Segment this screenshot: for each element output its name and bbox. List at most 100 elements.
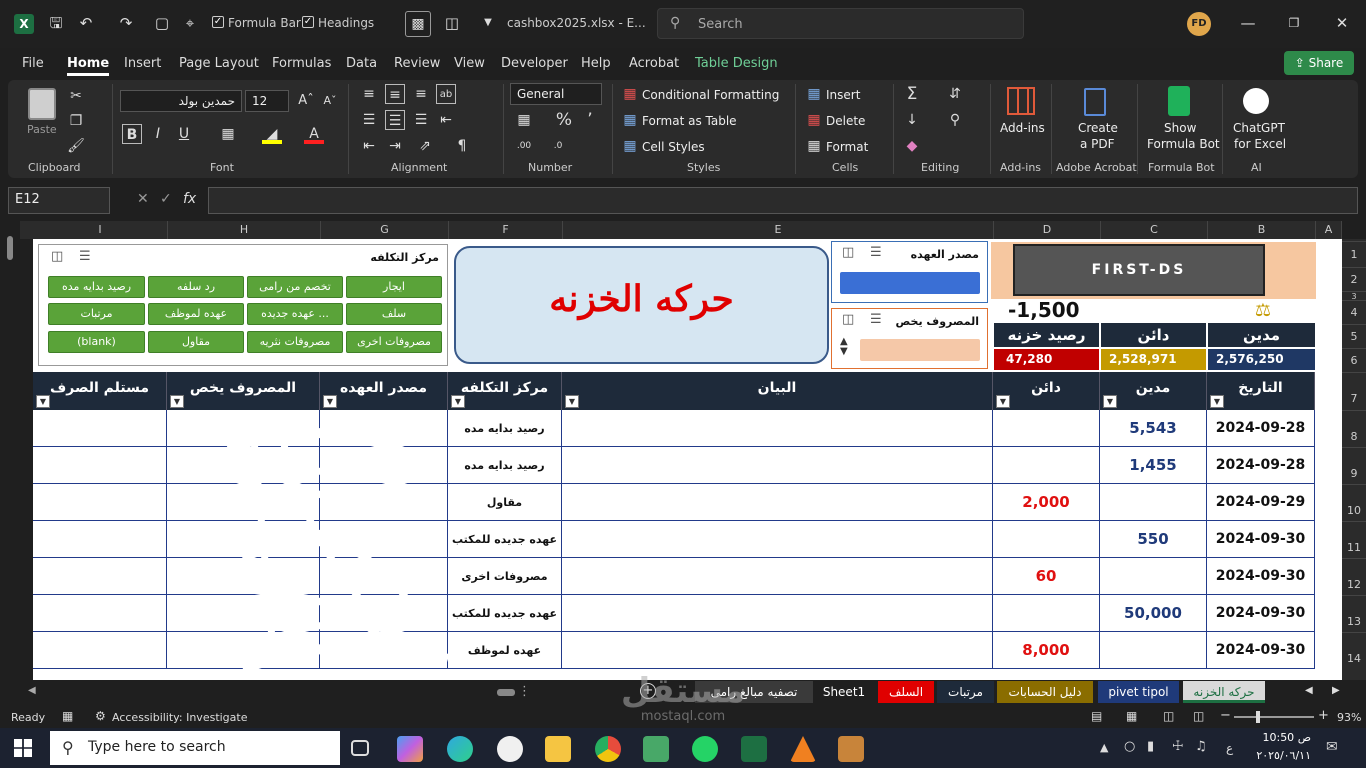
row-header[interactable]: 11 [1342, 521, 1366, 558]
sheet-tab-active[interactable]: حركه الخزنه [1183, 681, 1265, 703]
show-formula-bot-line1[interactable]: Show [1164, 121, 1196, 135]
zoom-slider[interactable] [1234, 711, 1314, 723]
chrome-icon[interactable] [595, 736, 621, 762]
align-bottom-icon[interactable]: ≡ [411, 84, 431, 104]
slicer-item[interactable]: سلف [346, 303, 442, 325]
display-settings-icon[interactable]: ▤ [1091, 709, 1102, 723]
fill-icon[interactable]: ↓ [902, 110, 922, 130]
slicer-item[interactable] [840, 272, 980, 294]
sort-filter-icon[interactable]: ⇵ [945, 84, 965, 104]
customize-qat-icon[interactable]: ▼ [479, 14, 497, 32]
row-header[interactable]: 4 [1342, 300, 1366, 324]
column-header-g[interactable]: G [321, 221, 449, 239]
cell-dain[interactable]: 2,000 [993, 484, 1100, 521]
close-icon[interactable]: ✕ [1333, 14, 1351, 32]
page-break-view-icon[interactable]: ◫ [1193, 709, 1204, 723]
menu-table-design[interactable]: Table Design [695, 56, 778, 71]
next-sheet-icon[interactable]: ▶ [1332, 685, 1340, 696]
decrease-decimal-icon[interactable]: .0 [548, 136, 568, 156]
accessibility-icon[interactable]: ⚙ [95, 709, 106, 723]
share-button[interactable]: ⇪ Share [1284, 51, 1354, 75]
cell-styles-icon[interactable]: ▦ [620, 136, 640, 156]
cell-statement[interactable] [562, 632, 993, 669]
copilot-icon[interactable] [397, 736, 423, 762]
slicer-item[interactable]: مصروفات نثريه [247, 331, 343, 353]
notifications-icon[interactable]: ✉ [1326, 739, 1338, 755]
slicer-item[interactable] [860, 339, 980, 361]
filter-dropdown-icon[interactable]: ▼ [170, 395, 184, 408]
cancel-icon[interactable]: ✕ [137, 191, 149, 207]
scroll-thumb[interactable] [7, 236, 13, 260]
cell-date[interactable]: 2024-09-30 [1207, 521, 1315, 558]
name-box[interactable]: E12 [8, 187, 110, 214]
macro-record-icon[interactable]: ▦ [62, 709, 73, 723]
cell-dain[interactable] [993, 521, 1100, 558]
formula-bar-checkbox[interactable]: ✓ [212, 16, 224, 28]
add-sheet-icon[interactable]: + [640, 683, 656, 699]
cell-date[interactable]: 2024-09-28 [1207, 410, 1315, 447]
app-icon-2[interactable] [838, 736, 864, 762]
prev-sheet-icon[interactable]: ◀ [1305, 685, 1313, 696]
row-header[interactable]: 1 [1342, 241, 1366, 267]
worksheet[interactable]: مركز التكلفه ☰ ◫ ايجار تخصم من رامى رد س… [33, 239, 1342, 680]
clock-date[interactable]: ٢٠٢٥/٠٦/١١ [1243, 749, 1311, 762]
scroll-arrows-icon[interactable]: ▲ ▼ [840, 337, 848, 357]
row-header[interactable]: 6 [1342, 348, 1366, 372]
cut-icon[interactable]: ✂ [66, 86, 86, 106]
font-color-icon[interactable]: A [304, 124, 324, 144]
excel-taskbar-icon[interactable] [741, 736, 767, 762]
insert-function-icon[interactable]: fx [183, 191, 196, 207]
cell-styles-button[interactable]: Cell Styles [642, 140, 705, 154]
clear-filter-icon[interactable]: ◫ [842, 245, 854, 260]
cell-receiver[interactable] [33, 484, 167, 521]
cell-cost-center[interactable]: رصيد بدايه مده [448, 410, 562, 447]
headings-checkbox[interactable]: ✓ [302, 16, 314, 28]
slicer-item[interactable]: رصيد بدايه مده [48, 276, 145, 298]
column-header-b[interactable]: B [1208, 221, 1316, 239]
font-name-select[interactable]: حمدين بولد [120, 90, 242, 112]
row-header[interactable]: 8 [1342, 410, 1366, 447]
menu-data[interactable]: Data [346, 56, 377, 71]
cell-cost-center[interactable]: مقاول [448, 484, 562, 521]
column-header-a[interactable]: A [1316, 221, 1342, 239]
filter-dropdown-icon[interactable]: ▼ [323, 395, 337, 408]
accounting-icon[interactable]: ▦ [514, 110, 534, 130]
row-header[interactable]: 9 [1342, 447, 1366, 484]
restore-icon[interactable]: ❐ [1285, 14, 1303, 32]
cell-receiver[interactable] [33, 447, 167, 484]
slicer-item[interactable]: رد سلفه [148, 276, 244, 298]
align-top-icon[interactable]: ≡ [359, 84, 379, 104]
menu-view[interactable]: View [454, 56, 485, 71]
sheet-tab[interactable]: pivet tipol [1098, 681, 1179, 703]
multi-select-icon[interactable]: ☰ [79, 249, 91, 264]
slicer-item[interactable]: (blank) [48, 331, 145, 353]
comma-icon[interactable]: ’ [580, 110, 600, 130]
format-cells-icon[interactable]: ▦ [804, 136, 824, 156]
menu-page-layout[interactable]: Page Layout [179, 56, 259, 71]
merge-center-icon[interactable]: ⇤ [436, 110, 456, 130]
filter-dropdown-icon[interactable]: ▼ [996, 395, 1010, 408]
insert-cells-icon[interactable]: ▦ [804, 84, 824, 104]
page-layout-view-icon[interactable]: ◫ [1163, 709, 1174, 723]
clear-filter-icon[interactable]: ◫ [51, 249, 63, 264]
format-as-table-icon[interactable]: ▦ [620, 110, 640, 130]
fill-color-icon[interactable]: ◢ [262, 124, 282, 144]
bold-icon[interactable]: B [122, 124, 142, 144]
edge-icon[interactable] [447, 736, 473, 762]
cell-madin[interactable]: 1,455 [1100, 447, 1207, 484]
cell-cost-center[interactable]: عهده جديده للمكتب [448, 595, 562, 632]
zoom-out-icon[interactable]: − [1220, 708, 1231, 723]
file-explorer-icon[interactable] [545, 736, 571, 762]
orientation-icon[interactable]: ⇗ [415, 136, 435, 156]
cell-receiver[interactable] [33, 632, 167, 669]
language-indicator[interactable]: ع [1226, 741, 1233, 755]
paste-icon[interactable] [28, 88, 56, 120]
row-header[interactable]: 13 [1342, 595, 1366, 632]
column-header-f[interactable]: F [449, 221, 563, 239]
menu-acrobat[interactable]: Acrobat [629, 56, 679, 71]
slicer-item[interactable]: ايجار [346, 276, 442, 298]
chatgpt-line1[interactable]: ChatGPT [1233, 121, 1285, 135]
multi-select-icon[interactable]: ☰ [870, 312, 882, 327]
cell-statement[interactable] [562, 521, 993, 558]
avatar[interactable]: FD [1187, 12, 1211, 36]
